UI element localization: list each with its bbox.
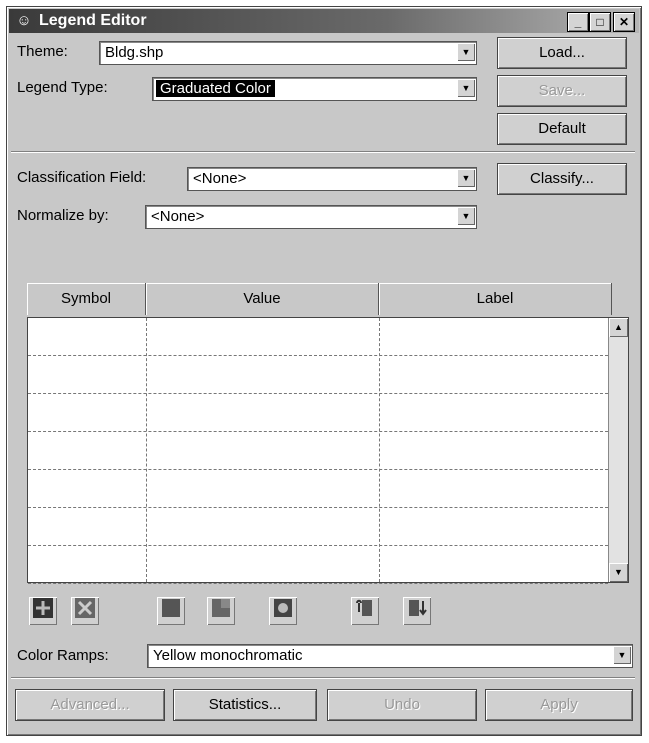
column-divider (146, 318, 147, 582)
legend-editor-window: ☺ Legend Editor _ □ ✕ Theme: Bldg.shp ▼ … (6, 6, 642, 736)
table-row[interactable] (28, 356, 608, 394)
separator (11, 151, 635, 153)
color-ramps-label: Color Ramps: (17, 647, 109, 664)
legend-table[interactable]: ▲ ▼ (27, 317, 629, 584)
table-row[interactable] (28, 432, 608, 470)
chevron-down-icon[interactable]: ▼ (613, 646, 631, 664)
stat-icon-2[interactable] (207, 597, 235, 625)
normalize-by-value: <None> (151, 208, 205, 225)
legend-icon: ☺ (16, 12, 32, 29)
chevron-down-icon[interactable]: ▼ (457, 43, 475, 61)
legend-type-dropdown[interactable]: Graduated Color ▼ (152, 77, 477, 101)
sort-icon[interactable] (403, 597, 431, 625)
legend-type-label: Legend Type: (17, 79, 108, 96)
color-ramps-value: Yellow monochromatic (153, 647, 303, 664)
classification-field-dropdown[interactable]: <None> ▼ (187, 167, 477, 191)
classification-field-value: <None> (193, 170, 247, 187)
table-row[interactable] (28, 546, 608, 584)
scroll-up-icon[interactable]: ▲ (609, 318, 628, 337)
flip-symbols-icon[interactable] (351, 597, 379, 625)
column-divider (379, 318, 380, 582)
separator (11, 677, 635, 679)
table-row[interactable] (28, 318, 608, 356)
maximize-button[interactable]: □ (589, 12, 611, 32)
column-header-value[interactable]: Value (146, 283, 379, 315)
title-bar[interactable]: ☺ Legend Editor _ □ ✕ (9, 9, 639, 33)
chevron-down-icon[interactable]: ▼ (457, 207, 475, 225)
theme-dropdown[interactable]: Bldg.shp ▼ (99, 41, 477, 65)
theme-value: Bldg.shp (105, 44, 164, 61)
delete-class-icon[interactable] (71, 597, 99, 625)
classify-button[interactable]: Classify... (497, 163, 627, 195)
advanced-button[interactable]: Advanced... (15, 689, 165, 721)
chevron-down-icon[interactable]: ▼ (457, 169, 475, 187)
undo-button[interactable]: Undo (327, 689, 477, 721)
close-button[interactable]: ✕ (613, 12, 635, 32)
chevron-down-icon[interactable]: ▼ (457, 79, 475, 97)
normalize-by-dropdown[interactable]: <None> ▼ (145, 205, 477, 229)
classification-field-label: Classification Field: (17, 169, 147, 186)
column-header-label[interactable]: Label (379, 283, 612, 315)
table-row[interactable] (28, 470, 608, 508)
stat-icon-1[interactable] (157, 597, 185, 625)
apply-button[interactable]: Apply (485, 689, 633, 721)
add-class-icon[interactable] (29, 597, 57, 625)
minimize-button[interactable]: _ (567, 12, 589, 32)
color-ramps-dropdown[interactable]: Yellow monochromatic ▼ (147, 644, 633, 668)
window-title: Legend Editor (39, 12, 147, 29)
default-button[interactable]: Default (497, 113, 627, 145)
table-row[interactable] (28, 508, 608, 546)
legend-type-value: Graduated Color (156, 80, 275, 97)
statistics-button[interactable]: Statistics... (173, 689, 317, 721)
stat-icon-3[interactable] (269, 597, 297, 625)
save-button[interactable]: Save... (497, 75, 627, 107)
vertical-scrollbar[interactable]: ▲ ▼ (608, 318, 628, 582)
theme-label: Theme: (17, 43, 68, 60)
normalize-by-label: Normalize by: (17, 207, 109, 224)
load-button[interactable]: Load... (497, 37, 627, 69)
scroll-down-icon[interactable]: ▼ (609, 563, 628, 582)
table-row[interactable] (28, 394, 608, 432)
column-header-symbol[interactable]: Symbol (27, 283, 146, 315)
